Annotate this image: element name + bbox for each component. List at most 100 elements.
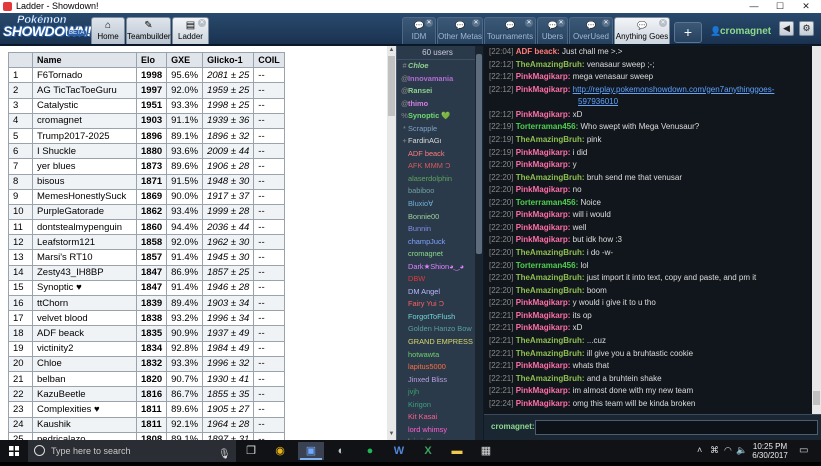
user-list-item[interactable]: DBW [397, 273, 478, 286]
table-row[interactable]: 9 MemesHonestlySuck 1869 90.0% 1917 ± 37 -- [8, 188, 285, 205]
excel-app[interactable]: X [415, 442, 441, 460]
table-row[interactable]: 11 dontstealmypenguin 1860 94.4% 2036 ± 44 -- [8, 219, 285, 236]
message-username[interactable]: TheAmazingBruh: [516, 60, 585, 69]
table-row[interactable]: 25 pedricalazo 1808 89.1% 1897 ± 31 -- [8, 431, 285, 440]
user-list-item[interactable]: champJuck [397, 236, 478, 249]
table-row[interactable]: 8 bisous 1871 91.5% 1948 ± 30 -- [8, 173, 285, 190]
message-link[interactable]: 597936010 [578, 97, 618, 106]
message-username[interactable]: Torterraman456: [516, 198, 579, 207]
close-icon[interactable]: ✕ [472, 19, 480, 27]
user-list-item[interactable]: lapitus5000 [397, 361, 478, 374]
user-list-item[interactable]: babiboo [397, 185, 478, 198]
user-list-item[interactable]: lord whimsy [397, 424, 478, 437]
maximize-button[interactable]: ☐ [770, 0, 790, 13]
task-view-app[interactable]: ❐ [238, 442, 264, 460]
user-list-item[interactable]: Kirigon [397, 399, 478, 412]
file-explorer-app[interactable]: ▬ [444, 442, 470, 460]
cell-name[interactable]: velvet blood [32, 310, 137, 327]
user-list-item[interactable]: Bluxio∀ [397, 198, 478, 211]
cell-name[interactable]: F6Tornado [32, 67, 137, 84]
message-username[interactable]: PinkMagikarp: [516, 185, 571, 194]
user-list-item[interactable]: +FardinAGı [397, 135, 478, 148]
store-app[interactable]: ▦ [473, 442, 499, 460]
column-header[interactable]: Glicko-1 [202, 51, 255, 69]
user-list-item[interactable]: * Scrapple [397, 123, 478, 136]
cell-name[interactable]: dontstealmypenguin [32, 219, 137, 236]
chat-input[interactable] [535, 420, 818, 435]
user-list-item[interactable]: ForgotToFlush [397, 311, 478, 324]
message-username[interactable]: TheAmazingBruh: [516, 349, 585, 358]
message-username[interactable]: PinkMagikarp: [516, 72, 571, 81]
close-icon[interactable]: ✕ [602, 19, 610, 27]
message-username[interactable]: PinkMagikarp: [516, 210, 571, 219]
cell-name[interactable]: Kaushik [32, 416, 137, 433]
message-link[interactable]: http://replay.pokemonshowdown.com/gen7an… [573, 85, 775, 94]
spotify-app[interactable]: ● [357, 442, 383, 460]
microphone-icon[interactable]: 🎙 [218, 444, 231, 466]
message-username[interactable]: PinkMagikarp: [516, 386, 571, 395]
user-list-item[interactable]: Kit Kasai [397, 411, 478, 424]
sound-button[interactable]: ◀ [779, 21, 794, 36]
notification-icon[interactable]: ▭ [799, 445, 808, 456]
message-username[interactable]: TheAmazingBruh: [516, 135, 585, 144]
user-list-item[interactable]: @Ransei [397, 85, 478, 98]
message-username[interactable]: TheAmazingBruh: [516, 336, 585, 345]
table-row[interactable]: 10 PurpleGatorade 1862 93.4% 1999 ± 28 -- [8, 203, 285, 221]
table-row[interactable]: 7 yer blues 1873 89.6% 1906 ± 28 -- [8, 158, 285, 175]
column-header[interactable]: COIL [253, 51, 285, 69]
close-icon[interactable]: ✕ [659, 19, 667, 27]
room-tab-overused[interactable]: 💬 OverUsed ✕ [569, 17, 613, 44]
message-username[interactable]: PinkMagikarp: [516, 235, 571, 244]
clock[interactable]: 10:25 PM 6/30/2017 [745, 442, 795, 460]
chat-scrollbar[interactable] [812, 46, 821, 414]
message-username[interactable]: TheAmazingBruh: [516, 173, 585, 182]
column-header[interactable]: Elo [135, 51, 168, 69]
start-button[interactable] [0, 440, 28, 462]
cell-name[interactable]: victinity2 [32, 340, 137, 357]
cell-name[interactable]: yer blues [32, 158, 137, 175]
network-icon[interactable]: ⌘ [710, 445, 719, 456]
message-username[interactable]: PinkMagikarp: [516, 323, 571, 332]
close-icon[interactable]: ✕ [425, 19, 433, 27]
user-list-item[interactable]: Bonnie00 [397, 211, 478, 224]
user-list-item[interactable]: Dark★Shion◕‿◕ [397, 261, 478, 274]
current-user[interactable]: 👤cromagnet [710, 26, 771, 37]
close-icon[interactable]: ✕ [198, 19, 206, 27]
wifi-icon[interactable]: ◠ [724, 445, 732, 456]
user-list-item[interactable]: GRAND EMPRESS [397, 336, 478, 349]
message-username[interactable]: PinkMagikarp: [516, 85, 571, 94]
user-list-item[interactable]: Jinxed Bliss [397, 374, 478, 387]
cell-name[interactable]: Marsi's RT10 [32, 249, 137, 266]
settings-button[interactable]: ⚙ [799, 21, 814, 36]
user-list-item[interactable]: hotwawta [397, 349, 478, 362]
showdown-logo[interactable]: Pokémon SHOWDOWN! BETA [1, 14, 92, 43]
column-header[interactable] [8, 51, 33, 69]
message-username[interactable]: PinkMagikarp: [516, 223, 571, 232]
message-username[interactable]: PinkMagikarp: [516, 399, 571, 408]
scroll-thumb[interactable] [813, 391, 820, 405]
close-icon[interactable]: ✕ [557, 19, 565, 27]
user-list-item[interactable]: alaserdolphin [397, 173, 478, 186]
close-button[interactable]: ✕ [796, 0, 816, 13]
room-tab-other-metas[interactable]: 💬 Other Metas ✕ [437, 17, 483, 44]
table-row[interactable]: 18 ADF beack 1835 90.9% 1937 ± 49 -- [8, 325, 285, 342]
message-username[interactable]: TheAmazingBruh: [516, 374, 585, 383]
minimize-button[interactable]: — [744, 0, 764, 13]
scroll-thumb[interactable] [388, 56, 395, 116]
message-username[interactable]: ADF beack: [516, 47, 560, 56]
user-list-item[interactable]: ADF beack [397, 148, 478, 161]
cell-name[interactable]: Complexities ♥ [32, 401, 137, 418]
steam-app[interactable]: ◐ [328, 442, 354, 460]
tab-home[interactable]: ⌂ Home [91, 17, 125, 44]
close-icon[interactable]: ✕ [525, 19, 533, 27]
message-username[interactable]: PinkMagikarp: [516, 298, 571, 307]
cell-name[interactable]: KazuBeetle [32, 386, 137, 403]
room-tab-ubers[interactable]: 💬 Ubers ✕ [537, 17, 568, 44]
room-tab-idm[interactable]: 💬 IDM ✕ [402, 17, 436, 44]
table-row[interactable]: 17 velvet blood 1838 93.2% 1996 ± 34 -- [8, 310, 285, 327]
user-list-item[interactable]: DM Angel [397, 286, 478, 299]
cell-name[interactable]: ttChorn [32, 294, 137, 312]
user-list-item[interactable]: cromagnet [397, 248, 478, 261]
chevron-up-icon[interactable]: ˄ [697, 445, 702, 455]
table-row[interactable]: 1 F6Tornado 1998 95.6% 2081 ± 25 -- [8, 67, 285, 84]
